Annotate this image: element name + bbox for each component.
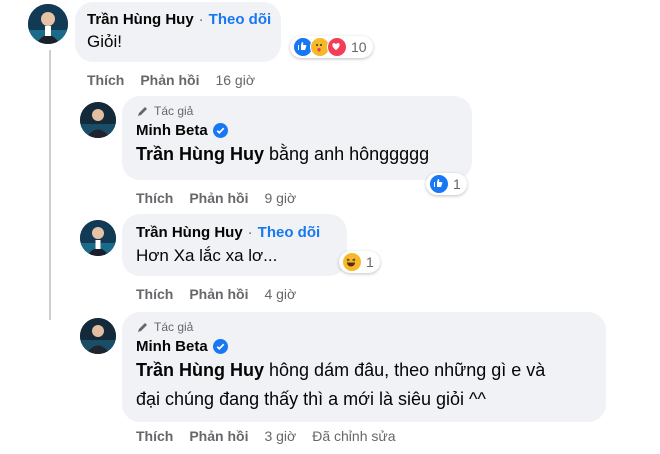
comment-actions: Thích Phản hồi 9 giờ <box>136 190 312 206</box>
reply-button[interactable]: Phản hồi <box>189 190 248 206</box>
like-button[interactable]: Thích <box>136 190 173 206</box>
comment-author-name[interactable]: Minh Beta <box>136 122 208 139</box>
reaction-summary[interactable]: 1 <box>426 173 467 195</box>
comment-actions: Thích Phản hồi 4 giờ <box>136 286 312 302</box>
like-button[interactable]: Thích <box>136 428 173 444</box>
comment-author-name[interactable]: Minh Beta <box>136 338 208 355</box>
timestamp[interactable]: 9 giờ <box>264 190 296 206</box>
follow-button[interactable]: Theo dõi <box>258 224 321 241</box>
comment-actions: Thích Phản hồi 3 giờ Đã chỉnh sửa <box>136 428 412 444</box>
comment-text-line1: hông dám đâu, theo những gì e và <box>264 360 546 380</box>
comment-text: Trần Hùng Huy hông dám đâu, theo những g… <box>136 356 592 414</box>
comment-text-line2: đại chúng đang thấy thì a mới là siêu gi… <box>136 389 486 409</box>
edited-label: Đã chỉnh sửa <box>312 428 396 444</box>
separator-dot: · <box>198 11 204 28</box>
reaction-count: 1 <box>453 176 461 192</box>
timestamp[interactable]: 16 giờ <box>215 72 255 88</box>
comment-bubble: Trần Hùng Huy · Theo dõi Giỏi! <box>75 2 281 62</box>
comment-text-body: bằng anh hônggggg <box>264 144 430 164</box>
love-reaction-icon <box>327 37 347 57</box>
comment-author-name[interactable]: Trần Hùng Huy <box>136 224 243 241</box>
pencil-icon <box>138 106 147 116</box>
follow-button[interactable]: Theo dõi <box>209 11 272 28</box>
avatar[interactable] <box>80 102 116 138</box>
timestamp[interactable]: 4 giờ <box>264 286 296 302</box>
mention-link[interactable]: Trần Hùng Huy <box>136 360 264 380</box>
verified-badge-icon <box>212 123 228 138</box>
reaction-count: 1 <box>366 254 374 270</box>
reply-button[interactable]: Phản hồi <box>140 72 199 88</box>
reply-button[interactable]: Phản hồi <box>189 428 248 444</box>
comment-bubble: Tác giả Minh Beta Trần Hùng Huy bằng anh… <box>122 96 472 180</box>
verified-badge-icon <box>212 339 228 354</box>
comment-bubble: Tác giả Minh Beta Trần Hùng Huy hông dám… <box>122 312 606 422</box>
avatar[interactable] <box>80 318 116 354</box>
like-button[interactable]: Thích <box>136 286 173 302</box>
thread-line <box>49 50 51 320</box>
comment-text: Trần Hùng Huy bằng anh hônggggg <box>136 140 458 169</box>
separator-dot: · <box>247 224 253 241</box>
like-button[interactable]: Thích <box>87 72 124 88</box>
author-tag-label: Tác giả <box>154 104 194 118</box>
avatar[interactable] <box>28 4 68 44</box>
avatar[interactable] <box>80 220 116 256</box>
pencil-icon <box>138 322 147 332</box>
comment-author-name[interactable]: Trần Hùng Huy <box>87 11 194 28</box>
comment-bubble: Trần Hùng Huy · Theo dõi Hơn Xa lắc xa l… <box>122 214 347 276</box>
haha-reaction-icon <box>342 252 362 272</box>
reaction-summary[interactable]: 10 <box>290 36 373 58</box>
reply-button[interactable]: Phản hồi <box>189 286 248 302</box>
timestamp[interactable]: 3 giờ <box>264 428 296 444</box>
comment-actions: Thích Phản hồi 16 giờ <box>87 72 271 88</box>
like-reaction-icon <box>429 174 449 194</box>
comment-text: Giỏi! <box>87 32 122 51</box>
author-tag-label: Tác giả <box>154 320 194 334</box>
mention-link[interactable]: Trần Hùng Huy <box>136 144 264 164</box>
reaction-count: 10 <box>351 39 367 55</box>
comment-text: Hơn Xa lắc xa lơ... <box>136 246 278 265</box>
reaction-summary[interactable]: 1 <box>339 251 380 273</box>
